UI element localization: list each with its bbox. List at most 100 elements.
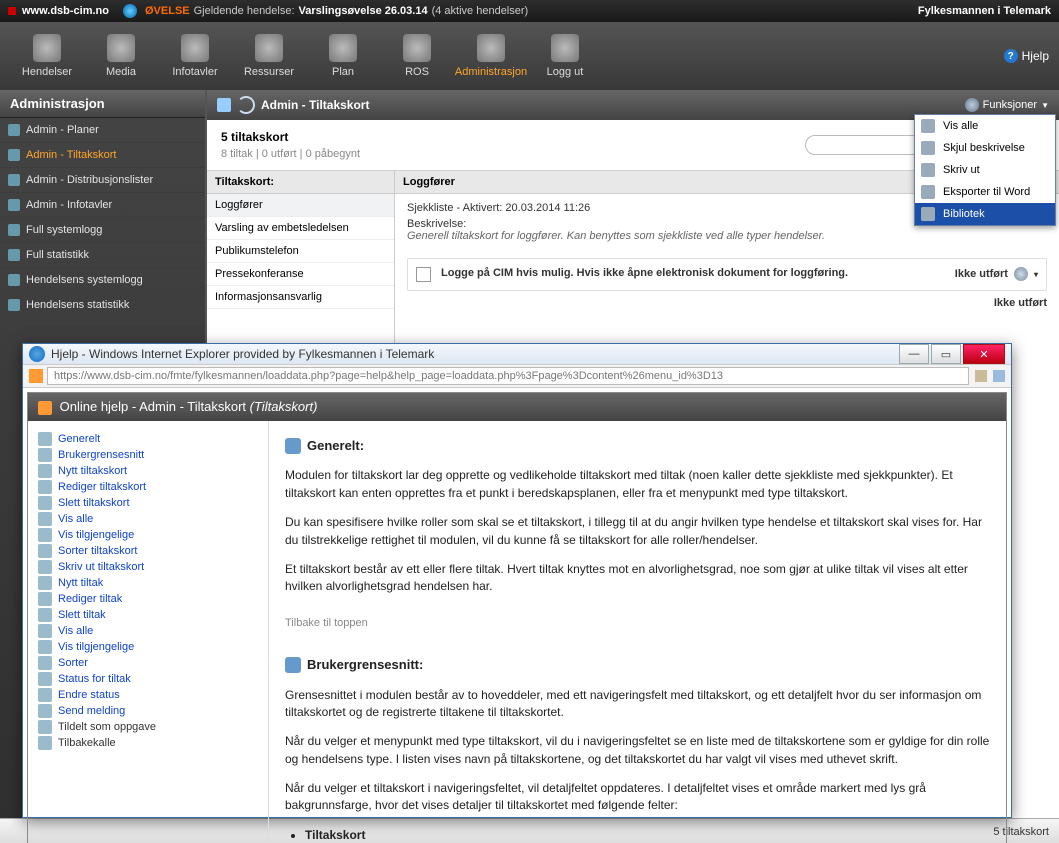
tool-plan[interactable]: Plan [306, 34, 380, 78]
fn-eksporter-word[interactable]: Eksporter til Word [915, 181, 1055, 203]
help-nav-item[interactable]: Slett tiltak [32, 607, 264, 623]
exit-icon [551, 34, 579, 62]
help-nav-item[interactable]: Vis tilgjengelige [32, 639, 264, 655]
task-checkbox[interactable] [416, 267, 431, 282]
ie-icon [29, 346, 45, 362]
help-nav-item[interactable]: Nytt tiltak [32, 575, 264, 591]
help-paragraph: Modulen for tiltakskort lar deg opprette… [285, 467, 990, 502]
help-nav-item[interactable]: Nytt tiltakskort [32, 463, 264, 479]
sidebar-item-infotavler[interactable]: Admin - Infotavler [0, 193, 205, 218]
org-name: Fylkesmannen i Telemark [918, 5, 1051, 17]
section-title: Brukergrensesnitt: [307, 656, 423, 675]
close-button[interactable]: ✕ [963, 344, 1005, 364]
help-nav-item[interactable]: Generelt [32, 431, 264, 447]
help-paragraph: Grensesnittet i modulen består av to hov… [285, 687, 990, 722]
help-nav-item[interactable]: Slett tiltakskort [32, 495, 264, 511]
list-item[interactable]: Informasjonsansvarlig [207, 286, 394, 309]
app-header: www.dsb-cim.no ØVELSE Gjeldende hendelse… [0, 0, 1059, 22]
list-item[interactable]: Loggfører [207, 194, 394, 217]
compat-icon[interactable] [993, 370, 1005, 382]
current-event-label: Gjeldende hendelse: [194, 5, 295, 17]
book-icon [329, 34, 357, 62]
help-nav-item[interactable]: Vis alle [32, 511, 264, 527]
fn-skjul-beskrivelse[interactable]: Skjul beskrivelse [915, 137, 1055, 159]
task-row: Logge på CIM hvis mulig. Hvis ikke åpne … [407, 258, 1047, 291]
help-nav: Generelt Brukergrensesnitt Nytt tiltaksk… [28, 421, 269, 843]
chevron-down-icon: ▾ [1034, 270, 1038, 279]
task-gear-icon[interactable] [1014, 267, 1028, 281]
list-item[interactable]: Varsling av embetsledelsen [207, 217, 394, 240]
fn-vis-alle[interactable]: Vis alle [915, 115, 1055, 137]
address-bar: https://www.dsb-cim.no/fmte/fylkesmannen… [23, 364, 1011, 388]
help-nav-item[interactable]: Send melding [32, 703, 264, 719]
help-window-title: Hjelp - Windows Internet Explorer provid… [51, 347, 434, 361]
help-nav-item[interactable]: Status for tiltak [32, 671, 264, 687]
minimize-button[interactable]: — [899, 344, 929, 364]
sidebar-item-hendelse-systemlogg[interactable]: Hendelsens systemlogg [0, 268, 205, 293]
shield-icon [403, 34, 431, 62]
tool-ressurser[interactable]: Ressurser [232, 34, 306, 78]
tool-infotavler[interactable]: Infotavler [158, 34, 232, 78]
functions-button[interactable]: Funksjoner▼ [965, 98, 1049, 112]
section-icon [285, 438, 301, 454]
fn-skriv-ut[interactable]: Skriv ut [915, 159, 1055, 181]
sidebar-item-planer[interactable]: Admin - Planer [0, 118, 205, 143]
sidebar-heading: Administrasjon [0, 90, 205, 118]
help-link[interactable]: ? Hjelp [1004, 49, 1049, 63]
help-nav-item[interactable]: Skriv ut tiltakskort [32, 559, 264, 575]
help-bullets: TiltakskortViser navn på valgt tiltaksko… [305, 827, 990, 843]
help-nav-item[interactable]: Endre status [32, 687, 264, 703]
tool-loggut[interactable]: Logg ut [528, 34, 602, 78]
help-window-titlebar[interactable]: Hjelp - Windows Internet Explorer provid… [23, 344, 1011, 364]
list-heading: Tiltakskort: [207, 171, 394, 194]
help-nav-item[interactable]: Tildelt som oppgave [32, 719, 264, 735]
help-nav-item[interactable]: Sorter [32, 655, 264, 671]
task-text: Logge på CIM hvis mulig. Hvis ikke åpne … [441, 267, 945, 279]
help-nav-item[interactable]: Brukergrensesnitt [32, 447, 264, 463]
help-nav-item[interactable]: Sorter tiltakskort [32, 543, 264, 559]
sidebar-item-statistikk[interactable]: Full statistikk [0, 243, 205, 268]
event-count: (4 aktive hendelser) [432, 5, 529, 17]
back-to-top-link[interactable]: Tilbake til toppen [285, 616, 368, 632]
summary-counts: 8 tiltak | 0 utført | 0 påbegynt [221, 148, 360, 160]
tool-administrasjon[interactable]: Administrasjon [454, 34, 528, 78]
doc-icon [217, 98, 231, 112]
gear-icon [965, 98, 979, 112]
sidebar-item-tiltakskort[interactable]: Admin - Tiltakskort [0, 143, 205, 168]
board-icon [181, 34, 209, 62]
exercise-badge: ØVELSE [145, 5, 190, 17]
section-icon [285, 657, 301, 673]
sidebar-item-distribusjonslister[interactable]: Admin - Distribusjonslister [0, 168, 205, 193]
tool-media[interactable]: Media [84, 34, 158, 78]
gear-icon [477, 34, 505, 62]
chevron-down-icon: ▼ [1041, 101, 1049, 110]
help-nav-item[interactable]: Tilbakekalle [32, 735, 264, 751]
help-paragraph: Et tiltakskort består av ett eller flere… [285, 561, 990, 596]
section-title: Generelt: [307, 437, 364, 456]
help-nav-item[interactable]: Rediger tiltakskort [32, 479, 264, 495]
refresh-icon[interactable] [237, 96, 255, 114]
sidebar-item-systemlogg[interactable]: Full systemlogg [0, 218, 205, 243]
globe-icon [255, 34, 283, 62]
sidebar-item-hendelse-statistikk[interactable]: Hendelsens statistikk [0, 293, 205, 318]
tool-hendelser[interactable]: Hendelser [10, 34, 84, 78]
globe-icon [123, 4, 137, 18]
help-content: Generelt: Modulen for tiltakskort lar de… [269, 421, 1006, 843]
url-field[interactable]: https://www.dsb-cim.no/fmte/fylkesmannen… [47, 367, 969, 385]
help-nav-item[interactable]: Rediger tiltak [32, 591, 264, 607]
help-nav-item[interactable]: Vis tilgjengelige [32, 527, 264, 543]
maximize-button[interactable]: ▭ [931, 344, 961, 364]
main-toolbar: Hendelser Media Infotavler Ressurser Pla… [0, 22, 1059, 90]
task-status: Ikke utført [955, 268, 1008, 280]
help-paragraph: Når du velger et menypunkt med type tilt… [285, 733, 990, 768]
functions-menu: Vis alle Skjul beskrivelse Skriv ut Eksp… [914, 114, 1056, 226]
list-item[interactable]: Pressekonferanse [207, 263, 394, 286]
help-nav-item[interactable]: Vis alle [32, 623, 264, 639]
clock-icon [33, 34, 61, 62]
list-item[interactable]: Publikumstelefon [207, 240, 394, 263]
page-title: Admin - Tiltakskort [261, 98, 369, 112]
help-icon: ? [1004, 49, 1018, 63]
page-icon [29, 369, 43, 383]
tool-ros[interactable]: ROS [380, 34, 454, 78]
fn-bibliotek[interactable]: Bibliotek [915, 203, 1055, 225]
